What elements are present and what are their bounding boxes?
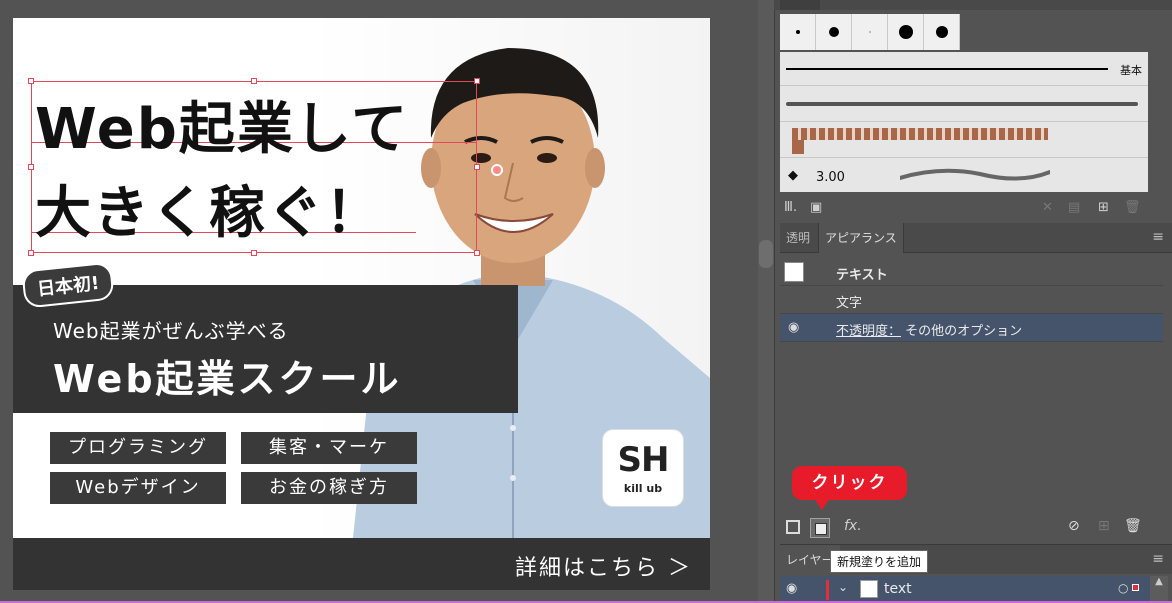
selection-handle[interactable] — [28, 78, 34, 84]
scrollbar-thumb[interactable] — [759, 240, 773, 268]
remove-brush-icon: ✕ — [1042, 200, 1053, 215]
add-new-stroke-button[interactable] — [786, 520, 800, 534]
brush-list: 基本 ◆ 3.00 — [780, 52, 1148, 192]
selection-handle[interactable] — [251, 250, 257, 256]
brush-options-icon[interactable]: ▣ — [810, 200, 822, 215]
tab-appearance[interactable]: アピアランス — [818, 223, 904, 253]
brush-basic-label: 基本 — [1120, 64, 1142, 77]
add-new-fill-button[interactable] — [810, 518, 830, 538]
clear-icon[interactable]: ⊘ — [1068, 518, 1080, 534]
tag-webdesign: Webデザイン — [50, 472, 226, 504]
brush-panel-footer: Ⅲ. ▣ ✕ ▤ ⊞ 🗑 — [780, 198, 1148, 220]
brand-logo: SH kill ub — [603, 430, 683, 506]
brush-options-button-icon: ▤ — [1068, 200, 1081, 215]
logo-subtext: kill ub — [623, 482, 663, 495]
brush-panel-header — [774, 0, 1172, 10]
appearance-panel-tabs: 透明 アピアランス ≡ — [780, 223, 1172, 253]
fx-icon[interactable]: fx. — [844, 518, 862, 534]
duplicate-item-icon: ⊞ — [1098, 518, 1110, 534]
brush-swatch[interactable] — [780, 14, 816, 50]
selection-handle[interactable] — [474, 78, 480, 84]
layer-row[interactable]: ◉ ⌄ text ○ — [780, 576, 1150, 603]
brush-charcoal[interactable] — [780, 86, 1148, 122]
callout-tail — [814, 498, 830, 510]
brush-swatch[interactable] — [852, 14, 888, 50]
layer-thumbnail — [860, 580, 878, 598]
brush-swatch[interactable] — [924, 14, 960, 50]
band-title: Web起業スクール — [53, 357, 402, 401]
brush-pattern[interactable] — [780, 122, 1148, 158]
selection-handle[interactable] — [28, 250, 34, 256]
selection-handle[interactable] — [474, 164, 480, 170]
appearance-object-row[interactable]: テキスト — [780, 258, 1163, 286]
menu-icon[interactable]: ≡ — [1152, 229, 1164, 245]
tab-transparency[interactable]: 透明 — [780, 223, 816, 253]
headline-line-2[interactable]: 大きく稼ぐ！ — [35, 168, 383, 249]
appearance-footer: fx. ⊘ ⊞ 🗑 — [780, 516, 1163, 540]
brush-swatch[interactable] — [816, 14, 852, 50]
characters-label: 文字 — [836, 296, 863, 311]
headline-line-1[interactable]: Web起業して — [35, 84, 409, 165]
opacity-text: 不透明度： その他のオプション — [836, 320, 1022, 339]
layer-selection-indicator[interactable] — [1132, 584, 1139, 591]
layer-target-icon[interactable]: ○ — [1118, 581, 1128, 595]
artboard[interactable]: Web起業して 大きく稼ぐ！ 日本初! Web起業がぜんぶ学べる Web起業スク… — [13, 18, 710, 590]
opacity-value: その他のオプション — [905, 324, 1023, 339]
brush-dot-swatches — [780, 14, 960, 50]
object-type-label: テキスト — [836, 268, 888, 283]
layers-menu-icon[interactable]: ≡ — [1152, 551, 1164, 567]
opacity-link[interactable]: 不透明度： — [836, 324, 901, 339]
click-callout: クリック — [792, 466, 907, 500]
tag-money: お金の稼ぎ方 — [241, 472, 417, 504]
footer-band: 詳細はこちら ＞ — [13, 538, 710, 590]
appearance-characters-row[interactable]: 文字 — [780, 286, 1163, 314]
layer-eye-icon[interactable]: ◉ — [786, 581, 797, 596]
thread-port-icon[interactable] — [491, 164, 503, 176]
object-swatch — [784, 262, 804, 282]
brush-size-value: 3.00 — [816, 170, 845, 185]
layer-color-bar — [826, 580, 829, 600]
selection-handle[interactable] — [474, 250, 480, 256]
appearance-opacity-row[interactable]: ◉ 不透明度： その他のオプション — [780, 314, 1163, 342]
tooltip: 新規塗りを追加 — [830, 550, 929, 573]
brush-library-icon[interactable]: Ⅲ. — [784, 200, 797, 215]
band-subtitle: Web起業がぜんぶ学べる — [53, 319, 289, 343]
chevron-down-icon[interactable]: ⌄ — [838, 580, 848, 594]
brush-icon: ◆ — [788, 168, 798, 183]
canvas-scrollbar[interactable] — [758, 0, 774, 603]
layer-name[interactable]: text — [884, 581, 912, 597]
brush-swatch[interactable] — [888, 14, 924, 50]
logo-text: SH — [617, 440, 670, 480]
layers-scrollbar[interactable]: ▲ — [1150, 576, 1168, 603]
brush-panel-tab[interactable] — [780, 0, 820, 10]
tag-programming: プログラミング — [50, 432, 226, 464]
eye-icon[interactable]: ◉ — [788, 320, 799, 335]
trash-icon[interactable]: 🗑 — [1124, 518, 1142, 534]
new-brush-icon[interactable]: ⊞ — [1098, 200, 1109, 215]
details-link: 詳細はこちら ＞ — [515, 556, 692, 581]
brush-basic[interactable]: 基本 — [780, 52, 1148, 86]
selection-handle[interactable] — [28, 164, 34, 170]
tag-marketing: 集客・マーケ — [241, 432, 417, 464]
brush-stroke-preview — [900, 168, 1050, 181]
delete-brush-icon: 🗑 — [1124, 200, 1141, 215]
